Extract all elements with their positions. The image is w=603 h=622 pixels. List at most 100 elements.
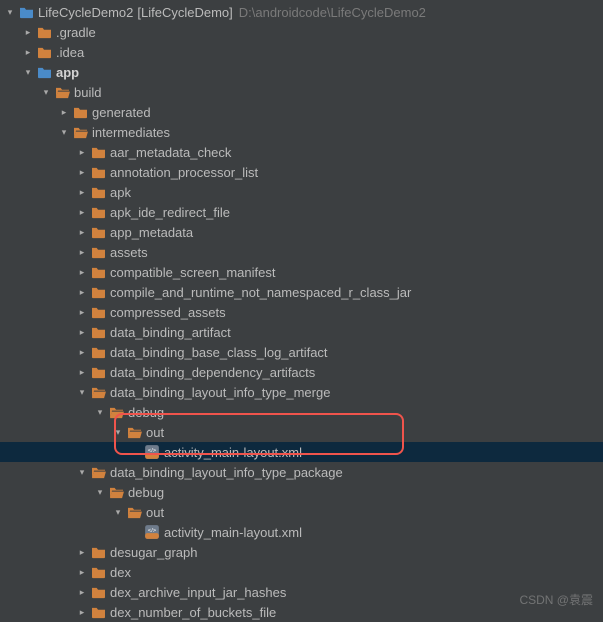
chevron-down-icon[interactable]: ▾ xyxy=(94,407,106,418)
folder-closed-icon xyxy=(90,604,106,620)
tree-item[interactable]: ▸ apk xyxy=(0,182,603,202)
chevron-right-icon[interactable]: ▸ xyxy=(76,167,88,178)
chevron-right-icon[interactable]: ▸ xyxy=(76,367,88,378)
folder-open-icon xyxy=(90,464,106,480)
tree-item[interactable]: ▸ data_binding_dependency_artifacts xyxy=(0,362,603,382)
folder-open-icon xyxy=(54,84,70,100)
folder-open-icon xyxy=(72,124,88,140)
tree-item-label: dex xyxy=(110,565,131,580)
tree-item[interactable]: ▸apk_ide_redirect_file xyxy=(0,202,603,222)
module-path: D:\androidcode\LifeCycleDemo2 xyxy=(239,5,426,20)
folder-closed-icon xyxy=(90,584,106,600)
tree-item[interactable]: ▸compatible_screen_manifest xyxy=(0,262,603,282)
tree-item[interactable]: ▸ dex_number_of_buckets_file xyxy=(0,602,603,622)
watermark: CSDN @袁震 xyxy=(519,591,593,608)
chevron-down-icon[interactable]: ▾ xyxy=(94,487,106,498)
tree-item-label: compile_and_runtime_not_namespaced_r_cla… xyxy=(110,285,411,300)
tree-item[interactable]: ▸assets xyxy=(0,242,603,262)
chevron-right-icon[interactable]: ▸ xyxy=(76,587,88,598)
tree-item-label: activity_main-layout.xml xyxy=(164,445,302,460)
chevron-right-icon[interactable]: ▸ xyxy=(76,607,88,618)
tree-item-label: data_binding_artifact xyxy=(110,325,231,340)
chevron-down-icon[interactable]: ▾ xyxy=(58,127,70,138)
chevron-down-icon[interactable]: ▾ xyxy=(76,387,88,398)
tree-item[interactable]: ▾ debug xyxy=(0,482,603,502)
folder-closed-icon xyxy=(90,324,106,340)
tree-item-label: app xyxy=(56,65,79,80)
tree-item-label: app_metadata xyxy=(110,225,193,240)
tree-item-label: dex_number_of_buckets_file xyxy=(110,605,276,620)
chevron-right-icon[interactable]: ▸ xyxy=(76,247,88,258)
tree-item[interactable]: ▸ annotation_processor_list xyxy=(0,162,603,182)
module-bracket: [LifeCycleDemo] xyxy=(137,5,232,20)
tree-item-label: build xyxy=(74,85,101,100)
tree-item[interactable]: ▸data_binding_base_class_log_artifact xyxy=(0,342,603,362)
chevron-down-icon[interactable]: ▾ xyxy=(112,507,124,518)
chevron-right-icon[interactable]: ▸ xyxy=(76,347,88,358)
folder-closed-icon xyxy=(90,284,106,300)
tree-item[interactable]: ▾intermediates xyxy=(0,122,603,142)
tree-item-label: desugar_graph xyxy=(110,545,197,560)
chevron-down-icon[interactable]: ▾ xyxy=(112,427,124,438)
tree-item[interactable]: ▸ dex_archive_input_jar_hashes xyxy=(0,582,603,602)
tree-item-label: .gradle xyxy=(56,25,96,40)
chevron-right-icon[interactable]: ▸ xyxy=(76,147,88,158)
tree-item[interactable]: ▸ data_binding_artifact xyxy=(0,322,603,342)
chevron-right-icon[interactable]: ▸ xyxy=(76,227,88,238)
svg-text:</>: </> xyxy=(148,528,157,534)
folder-closed-icon xyxy=(90,304,106,320)
chevron-down-icon[interactable]: ▾ xyxy=(76,467,88,478)
tree-item[interactable]: ▾ build xyxy=(0,82,603,102)
chevron-down-icon[interactable]: ▾ xyxy=(40,87,52,98)
folder-closed-icon xyxy=(90,144,106,160)
svg-text:</>: </> xyxy=(148,448,157,454)
tree-item[interactable]: ▸.idea xyxy=(0,42,603,62)
tree-item[interactable]: ▸ .gradle xyxy=(0,22,603,42)
tree-item-label: aar_metadata_check xyxy=(110,145,231,160)
tree-item-label: apk xyxy=(110,185,131,200)
chevron-right-icon[interactable]: ▸ xyxy=(76,287,88,298)
tree-item-label: debug xyxy=(128,485,164,500)
folder-closed-icon xyxy=(90,364,106,380)
folder-open-icon xyxy=(126,504,142,520)
folder-closed-icon xyxy=(90,544,106,560)
tree-item[interactable]: ▾ app xyxy=(0,62,603,82)
chevron-right-icon[interactable]: ▸ xyxy=(58,107,70,118)
tree-item[interactable]: ▾out xyxy=(0,502,603,522)
tree-item[interactable]: ▸ app_metadata xyxy=(0,222,603,242)
tree-item[interactable]: </> activity_main-layout.xml xyxy=(0,442,603,462)
chevron-right-icon[interactable]: ▸ xyxy=(22,27,34,38)
chevron-down-icon[interactable]: ▾ xyxy=(22,67,34,78)
tree-item[interactable]: ▸compressed_assets xyxy=(0,302,603,322)
chevron-right-icon[interactable]: ▸ xyxy=(76,327,88,338)
chevron-right-icon[interactable]: ▸ xyxy=(22,47,34,58)
tree-item[interactable]: ▾data_binding_layout_info_type_package xyxy=(0,462,603,482)
tree-item[interactable]: ▾debug xyxy=(0,402,603,422)
chevron-down-icon[interactable]: ▾ xyxy=(4,7,16,18)
tree-item[interactable]: ▸ aar_metadata_check xyxy=(0,142,603,162)
chevron-right-icon[interactable]: ▸ xyxy=(76,267,88,278)
chevron-right-icon[interactable]: ▸ xyxy=(76,547,88,558)
project-tree[interactable]: ▾LifeCycleDemo2[LifeCycleDemo]D:\android… xyxy=(0,0,603,622)
tree-item[interactable]: ▾LifeCycleDemo2[LifeCycleDemo]D:\android… xyxy=(0,2,603,22)
tree-item[interactable]: ▸ generated xyxy=(0,102,603,122)
chevron-right-icon[interactable]: ▸ xyxy=(76,207,88,218)
tree-item[interactable]: ▾out xyxy=(0,422,603,442)
tree-item[interactable]: ▸ desugar_graph xyxy=(0,542,603,562)
tree-item-label: generated xyxy=(92,105,151,120)
module-icon xyxy=(18,4,34,20)
tree-item[interactable]: </>activity_main-layout.xml xyxy=(0,522,603,542)
tree-item[interactable]: ▸ compile_and_runtime_not_namespaced_r_cl… xyxy=(0,282,603,302)
module-icon xyxy=(36,64,52,80)
tree-item-label: data_binding_layout_info_type_merge xyxy=(110,385,330,400)
chevron-right-icon[interactable]: ▸ xyxy=(76,567,88,578)
tree-item-label: data_binding_dependency_artifacts xyxy=(110,365,315,380)
xml-file-icon: </> xyxy=(144,524,160,540)
tree-item-label: dex_archive_input_jar_hashes xyxy=(110,585,286,600)
tree-item[interactable]: ▸ dex xyxy=(0,562,603,582)
tree-item[interactable]: ▾ data_binding_layout_info_type_merge xyxy=(0,382,603,402)
folder-closed-icon xyxy=(36,24,52,40)
chevron-right-icon[interactable]: ▸ xyxy=(76,187,88,198)
chevron-right-icon[interactable]: ▸ xyxy=(76,307,88,318)
tree-item-label: annotation_processor_list xyxy=(110,165,258,180)
